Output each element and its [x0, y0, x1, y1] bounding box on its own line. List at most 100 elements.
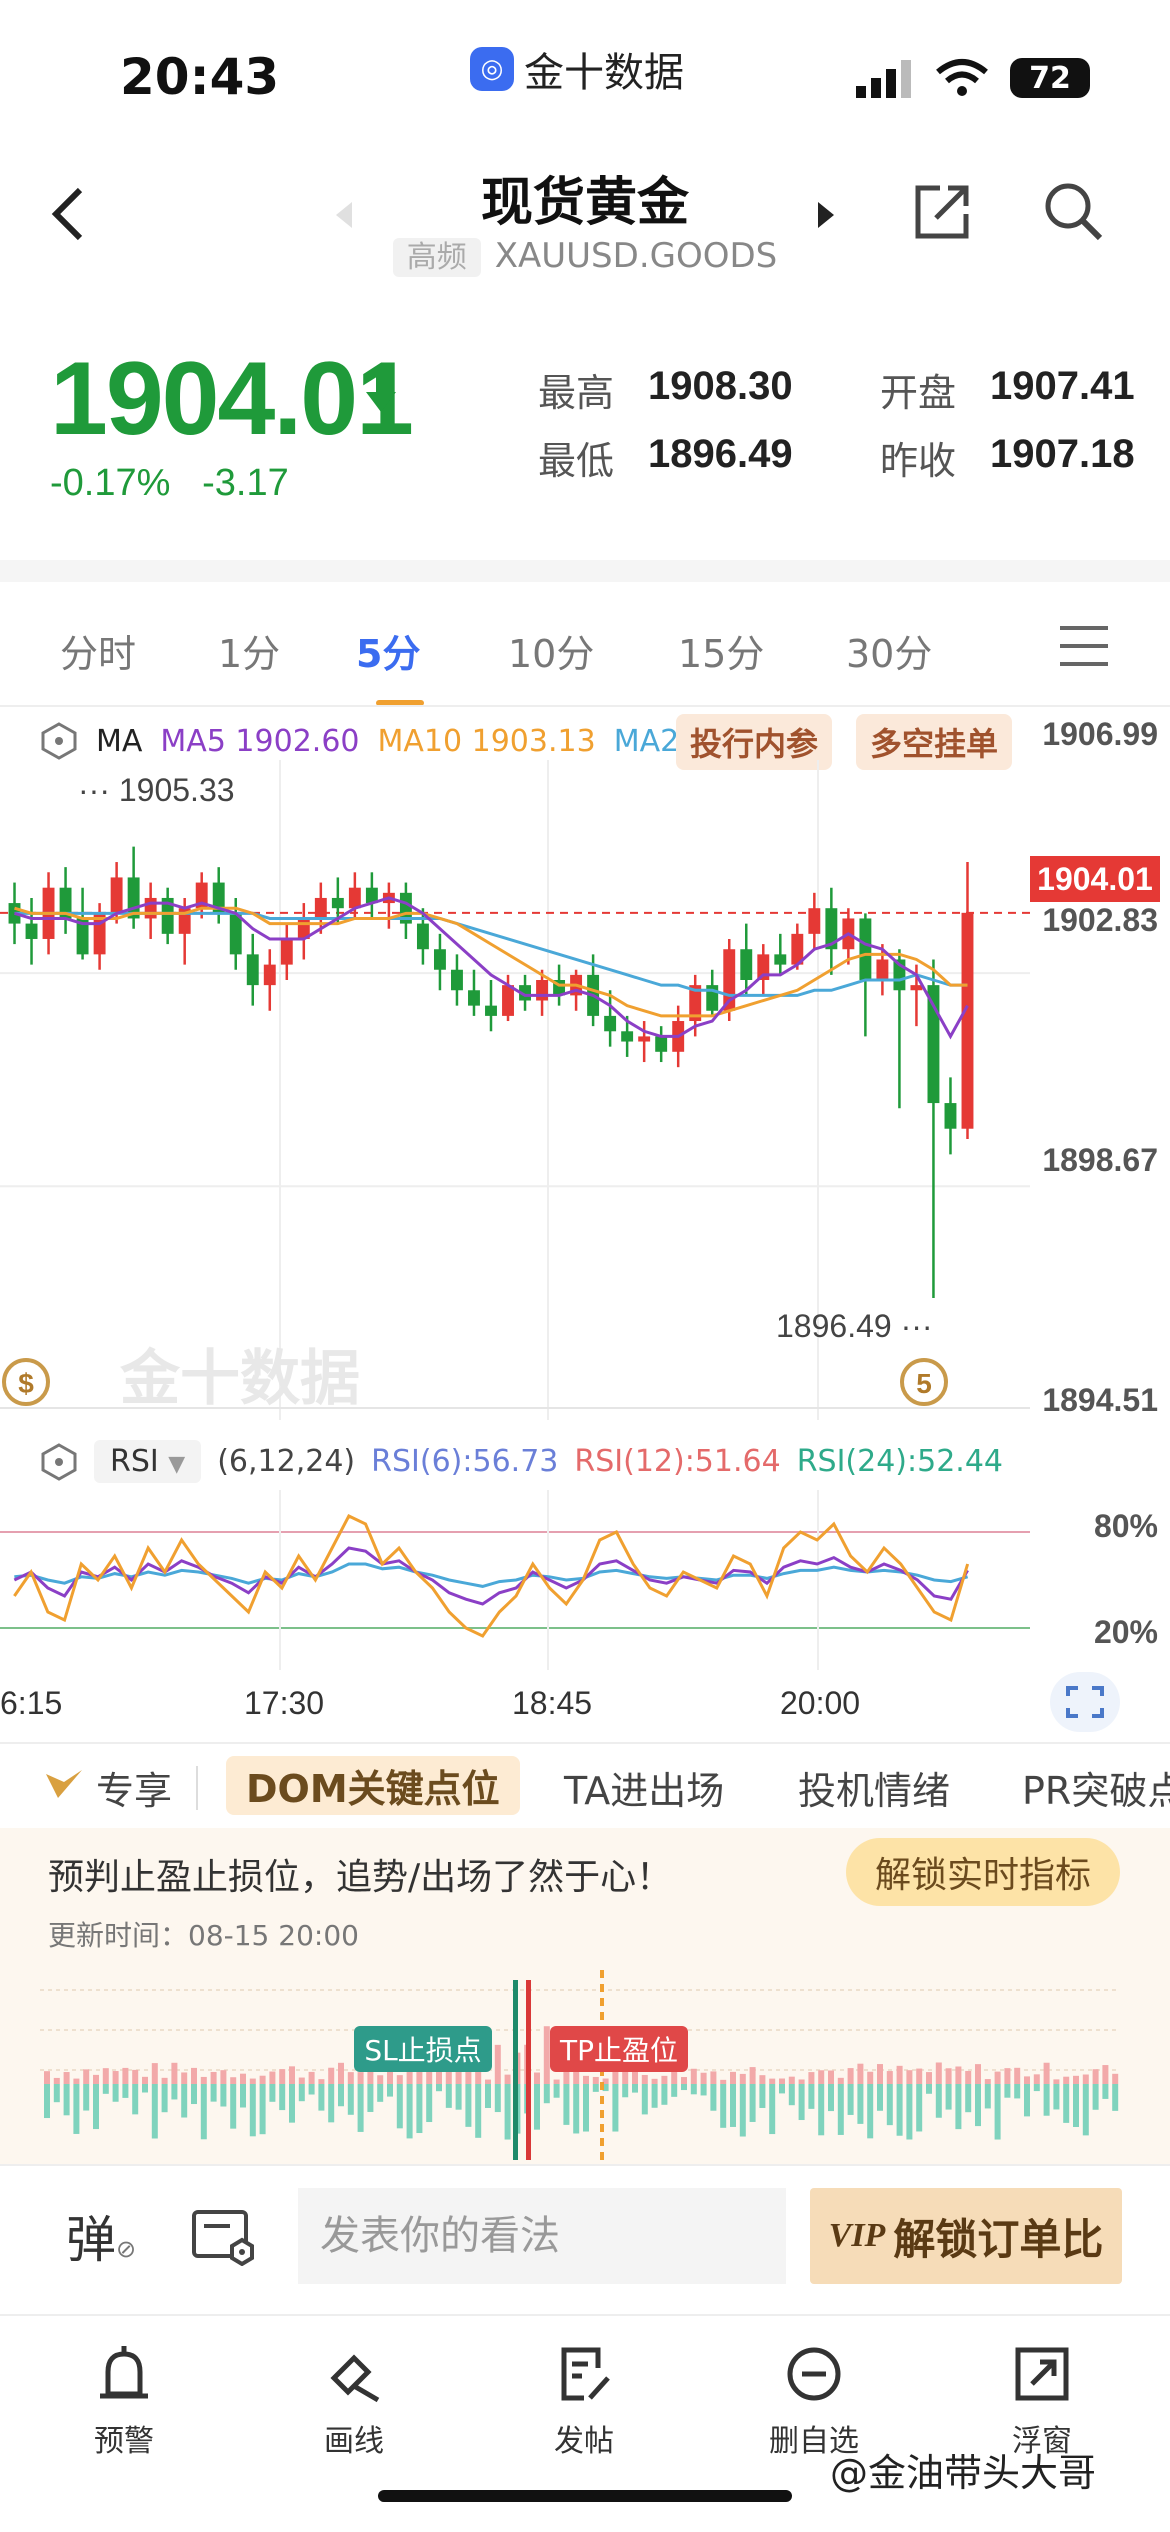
dom-updated: 更新时间：08-15 20:00	[48, 1919, 359, 1952]
unlock-indicator-button[interactable]: 解锁实时指标	[846, 1838, 1120, 1906]
dom-ask-bar	[83, 2069, 90, 2084]
dom-bid-bar	[318, 2084, 325, 2111]
dom-bid-bar	[1014, 2084, 1021, 2099]
rsi-chart[interactable]	[0, 1490, 1030, 1670]
dom-bid-bar	[445, 2084, 452, 2108]
max-annotation: ··· 1905.33	[78, 772, 235, 808]
dom-ask-bar	[53, 2077, 60, 2084]
dom-bid-bar	[485, 2084, 491, 2108]
candle-body	[433, 949, 446, 970]
candle-body	[621, 1031, 634, 1042]
dom-ask-bar	[298, 2077, 305, 2084]
dom-ask-bar	[739, 2073, 746, 2084]
nav-alert[interactable]: 预警	[54, 2344, 194, 2460]
candle-body	[876, 959, 889, 980]
dom-bid-bar	[612, 2084, 619, 2132]
nav-alert-label: 预警	[94, 2424, 154, 2459]
unlock-order-ratio-button[interactable]: VIP 解锁订单比	[810, 2188, 1122, 2284]
dom-ask-bar	[367, 2071, 374, 2084]
candle-body	[910, 985, 923, 991]
dom-bid-bar	[867, 2084, 874, 2139]
dom-ask-bar	[269, 2071, 276, 2084]
tab-1min[interactable]: 1分	[218, 623, 280, 678]
tab-5min[interactable]: 5分	[356, 623, 420, 678]
dom-bid-bar	[759, 2084, 766, 2108]
dom-bid-bar	[877, 2084, 883, 2111]
comment-input[interactable]	[298, 2188, 786, 2284]
tab-30min[interactable]: 30分	[846, 623, 932, 678]
candle-body	[502, 985, 514, 1016]
signal-icon	[856, 60, 911, 98]
event-badge-icon[interactable]: 5	[896, 1352, 956, 1412]
rsi24-value: RSI(24):52.44	[796, 1444, 1003, 1479]
y-tick-4: 1894.51	[1042, 1382, 1158, 1418]
dom-bid-bar	[700, 2084, 707, 2096]
dom-bid-bar	[847, 2084, 854, 2115]
post-icon	[561, 2347, 610, 2401]
dom-bid-bar	[298, 2084, 305, 2102]
ma5-value: MA5 1902.60	[160, 723, 360, 759]
rsi12-value: RSI(12):51.64	[574, 1444, 781, 1479]
dom-bid-bar	[63, 2084, 70, 2116]
dom-bid-bar	[965, 2084, 972, 2113]
dom-bid-bar	[357, 2084, 364, 2132]
dom-ask-bar	[808, 2072, 815, 2084]
dom-ask-bar	[102, 2068, 109, 2084]
dom-ask-bar	[828, 2070, 834, 2084]
min-annotation: 1896.49 ···	[776, 1308, 933, 1344]
rsi-settings-icon[interactable]	[40, 1442, 78, 1481]
dom-bid-bar	[191, 2084, 197, 2105]
tab-15min[interactable]: 15分	[678, 623, 764, 678]
dom-bid-bar	[259, 2084, 266, 2135]
rsi6-line	[13, 1514, 970, 1638]
dom-bid-bar	[161, 2084, 168, 2113]
dom-ask-bar	[338, 2062, 344, 2084]
danmaku-settings-icon[interactable]	[190, 2206, 262, 2266]
ftab-sentiment[interactable]: 投机情绪	[798, 1760, 950, 1815]
next-symbol-icon[interactable]	[816, 200, 836, 230]
search-icon[interactable]	[1042, 180, 1106, 244]
candle-body	[468, 990, 480, 1006]
ma-settings-icon[interactable]	[40, 722, 78, 760]
dom-ask-bar	[73, 2078, 80, 2084]
menu-icon[interactable]	[1058, 624, 1110, 668]
ftab-pr[interactable]: PR突破点	[1022, 1760, 1170, 1815]
nav-post[interactable]: 发帖	[514, 2344, 654, 2460]
ftab-exclusive[interactable]: 专享	[96, 1760, 172, 1815]
dom-ask-bar	[161, 2077, 168, 2084]
chevron-down-icon: ▼	[168, 1452, 186, 1477]
share-icon[interactable]	[912, 182, 972, 242]
dom-ask-bar	[210, 2071, 217, 2084]
indicator-select[interactable]: RSI ▼	[94, 1440, 202, 1483]
max-annotation-value: 1905.33	[118, 772, 235, 808]
ftab-dom[interactable]: DOM关键点位	[226, 1756, 520, 1815]
dom-ask-bar	[328, 2067, 335, 2084]
dom-ask-bar	[318, 2079, 325, 2084]
dom-ask-bar	[916, 2068, 923, 2084]
dollar-badge-icon[interactable]: $	[0, 1352, 60, 1412]
dom-bid-bar	[1043, 2084, 1050, 2116]
dom-bid-bar	[338, 2084, 344, 2107]
candle-body	[229, 913, 242, 955]
dom-ask-bar	[1063, 2076, 1070, 2084]
fullscreen-icon[interactable]	[1050, 1672, 1120, 1732]
tab-intraday[interactable]: 分时	[60, 623, 136, 678]
dom-ask-bar	[132, 2069, 139, 2084]
danmaku-toggle[interactable]: 弹⊘	[66, 2200, 136, 2272]
dom-bid-bar	[573, 2084, 580, 2134]
dom-ask-bar	[857, 2063, 864, 2084]
dom-ask-bar	[1073, 2075, 1079, 2084]
candle-body	[638, 1036, 651, 1042]
dom-ask-bar	[279, 2069, 286, 2084]
candle-body	[263, 964, 276, 986]
ftab-ta[interactable]: TA进出场	[564, 1760, 724, 1815]
dom-bid-bar	[387, 2084, 393, 2097]
candle-body	[604, 1015, 617, 1032]
tab-10min[interactable]: 10分	[508, 623, 594, 678]
prev-close-label: 昨收	[880, 439, 957, 483]
nav-draw[interactable]: 画线	[284, 2344, 424, 2460]
dom-bid-bar	[955, 2084, 962, 2130]
nav-draw-label: 画线	[324, 2424, 384, 2459]
dom-bid-bar	[592, 2084, 599, 2092]
high-value: 1908.30	[648, 364, 793, 408]
